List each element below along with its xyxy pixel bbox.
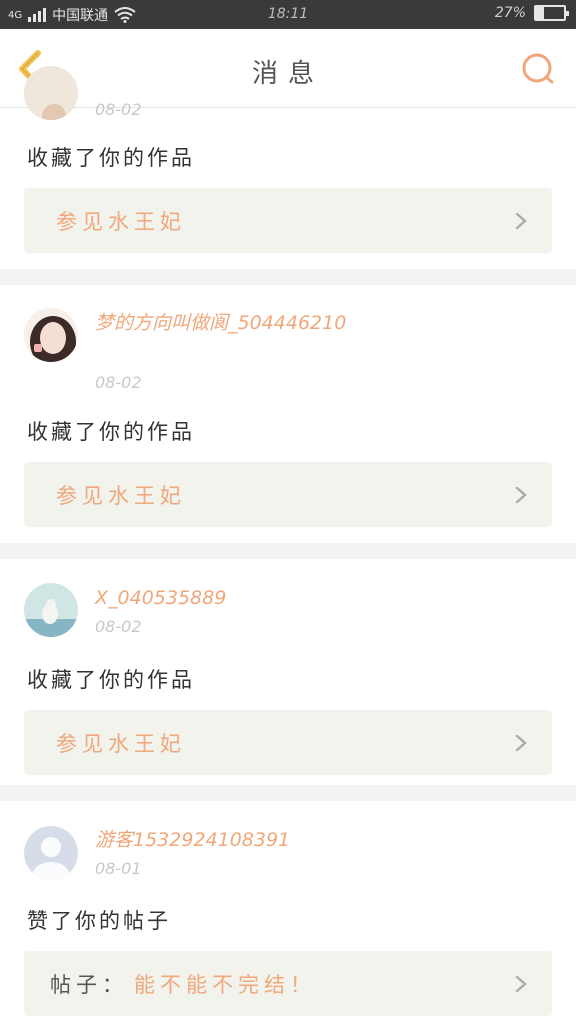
work-link[interactable]: 参见水王妃 [24,188,552,253]
chevron-right-icon [515,212,527,230]
divider [0,785,576,801]
avatar[interactable] [24,66,78,120]
work-title: 参见水王妃 [56,210,186,234]
avatar-image [24,66,78,120]
list-item: X_040535889 08-02 收藏了你的作品 参见水王妃 [0,559,576,785]
work-title: 帖子： 能不能不完结！ [50,973,316,997]
divider [0,543,576,559]
battery-level [536,7,544,19]
avatar[interactable] [24,308,78,362]
user-name[interactable]: 梦的方向叫做阆_504446210 [95,309,395,338]
battery-percent: 27% [494,5,526,21]
list-item: 08-02 收藏了你的作品 参见水王妃 [0,66,576,268]
list-item: 游客1532924108391 08-01 赞了你的帖子 帖子： 能不能不完结！ [0,801,576,1024]
chevron-right-icon [515,486,527,504]
action-text: 收藏了你的作品 [27,420,195,444]
nav-bar: 消息 [0,29,576,108]
status-bar: 4G 中国联通 18:11 27% [0,0,576,29]
work-link[interactable]: 参见水王妃 [24,710,552,775]
avatar-image [24,826,78,880]
action-text: 收藏了你的作品 [27,668,195,692]
status-time: 18:11 [267,6,309,22]
work-title: 参见水王妃 [56,732,186,756]
work-title: 参见水王妃 [56,484,186,508]
search-button[interactable] [520,51,556,87]
search-icon [522,53,554,84]
avatar[interactable] [24,583,78,637]
battery-icon [534,5,569,21]
user-name[interactable]: 游客1532924108391 [95,826,395,855]
avatar-image [24,583,78,637]
avatar[interactable] [24,826,78,880]
chevron-right-icon [515,734,527,752]
action-text: 收藏了你的作品 [27,146,195,170]
action-text: 赞了你的帖子 [27,909,171,933]
avatar-image [24,308,78,362]
time-label: 08-02 [95,373,142,392]
time-label: 08-02 [95,617,142,636]
list-item: 梦的方向叫做阆_504446210 08-02 收藏了你的作品 参见水王妃 [0,285,576,543]
divider [0,269,576,285]
work-link[interactable]: 参见水王妃 [24,462,552,527]
status-right: 27% [494,5,569,21]
chevron-right-icon [515,975,527,993]
time-label: 08-02 [95,100,142,119]
time-label: 08-01 [95,859,142,878]
user-name[interactable]: X_040535889 [95,584,395,613]
page-title: 消息 [251,59,324,89]
work-link[interactable]: 帖子： 能不能不完结！ [24,951,552,1016]
